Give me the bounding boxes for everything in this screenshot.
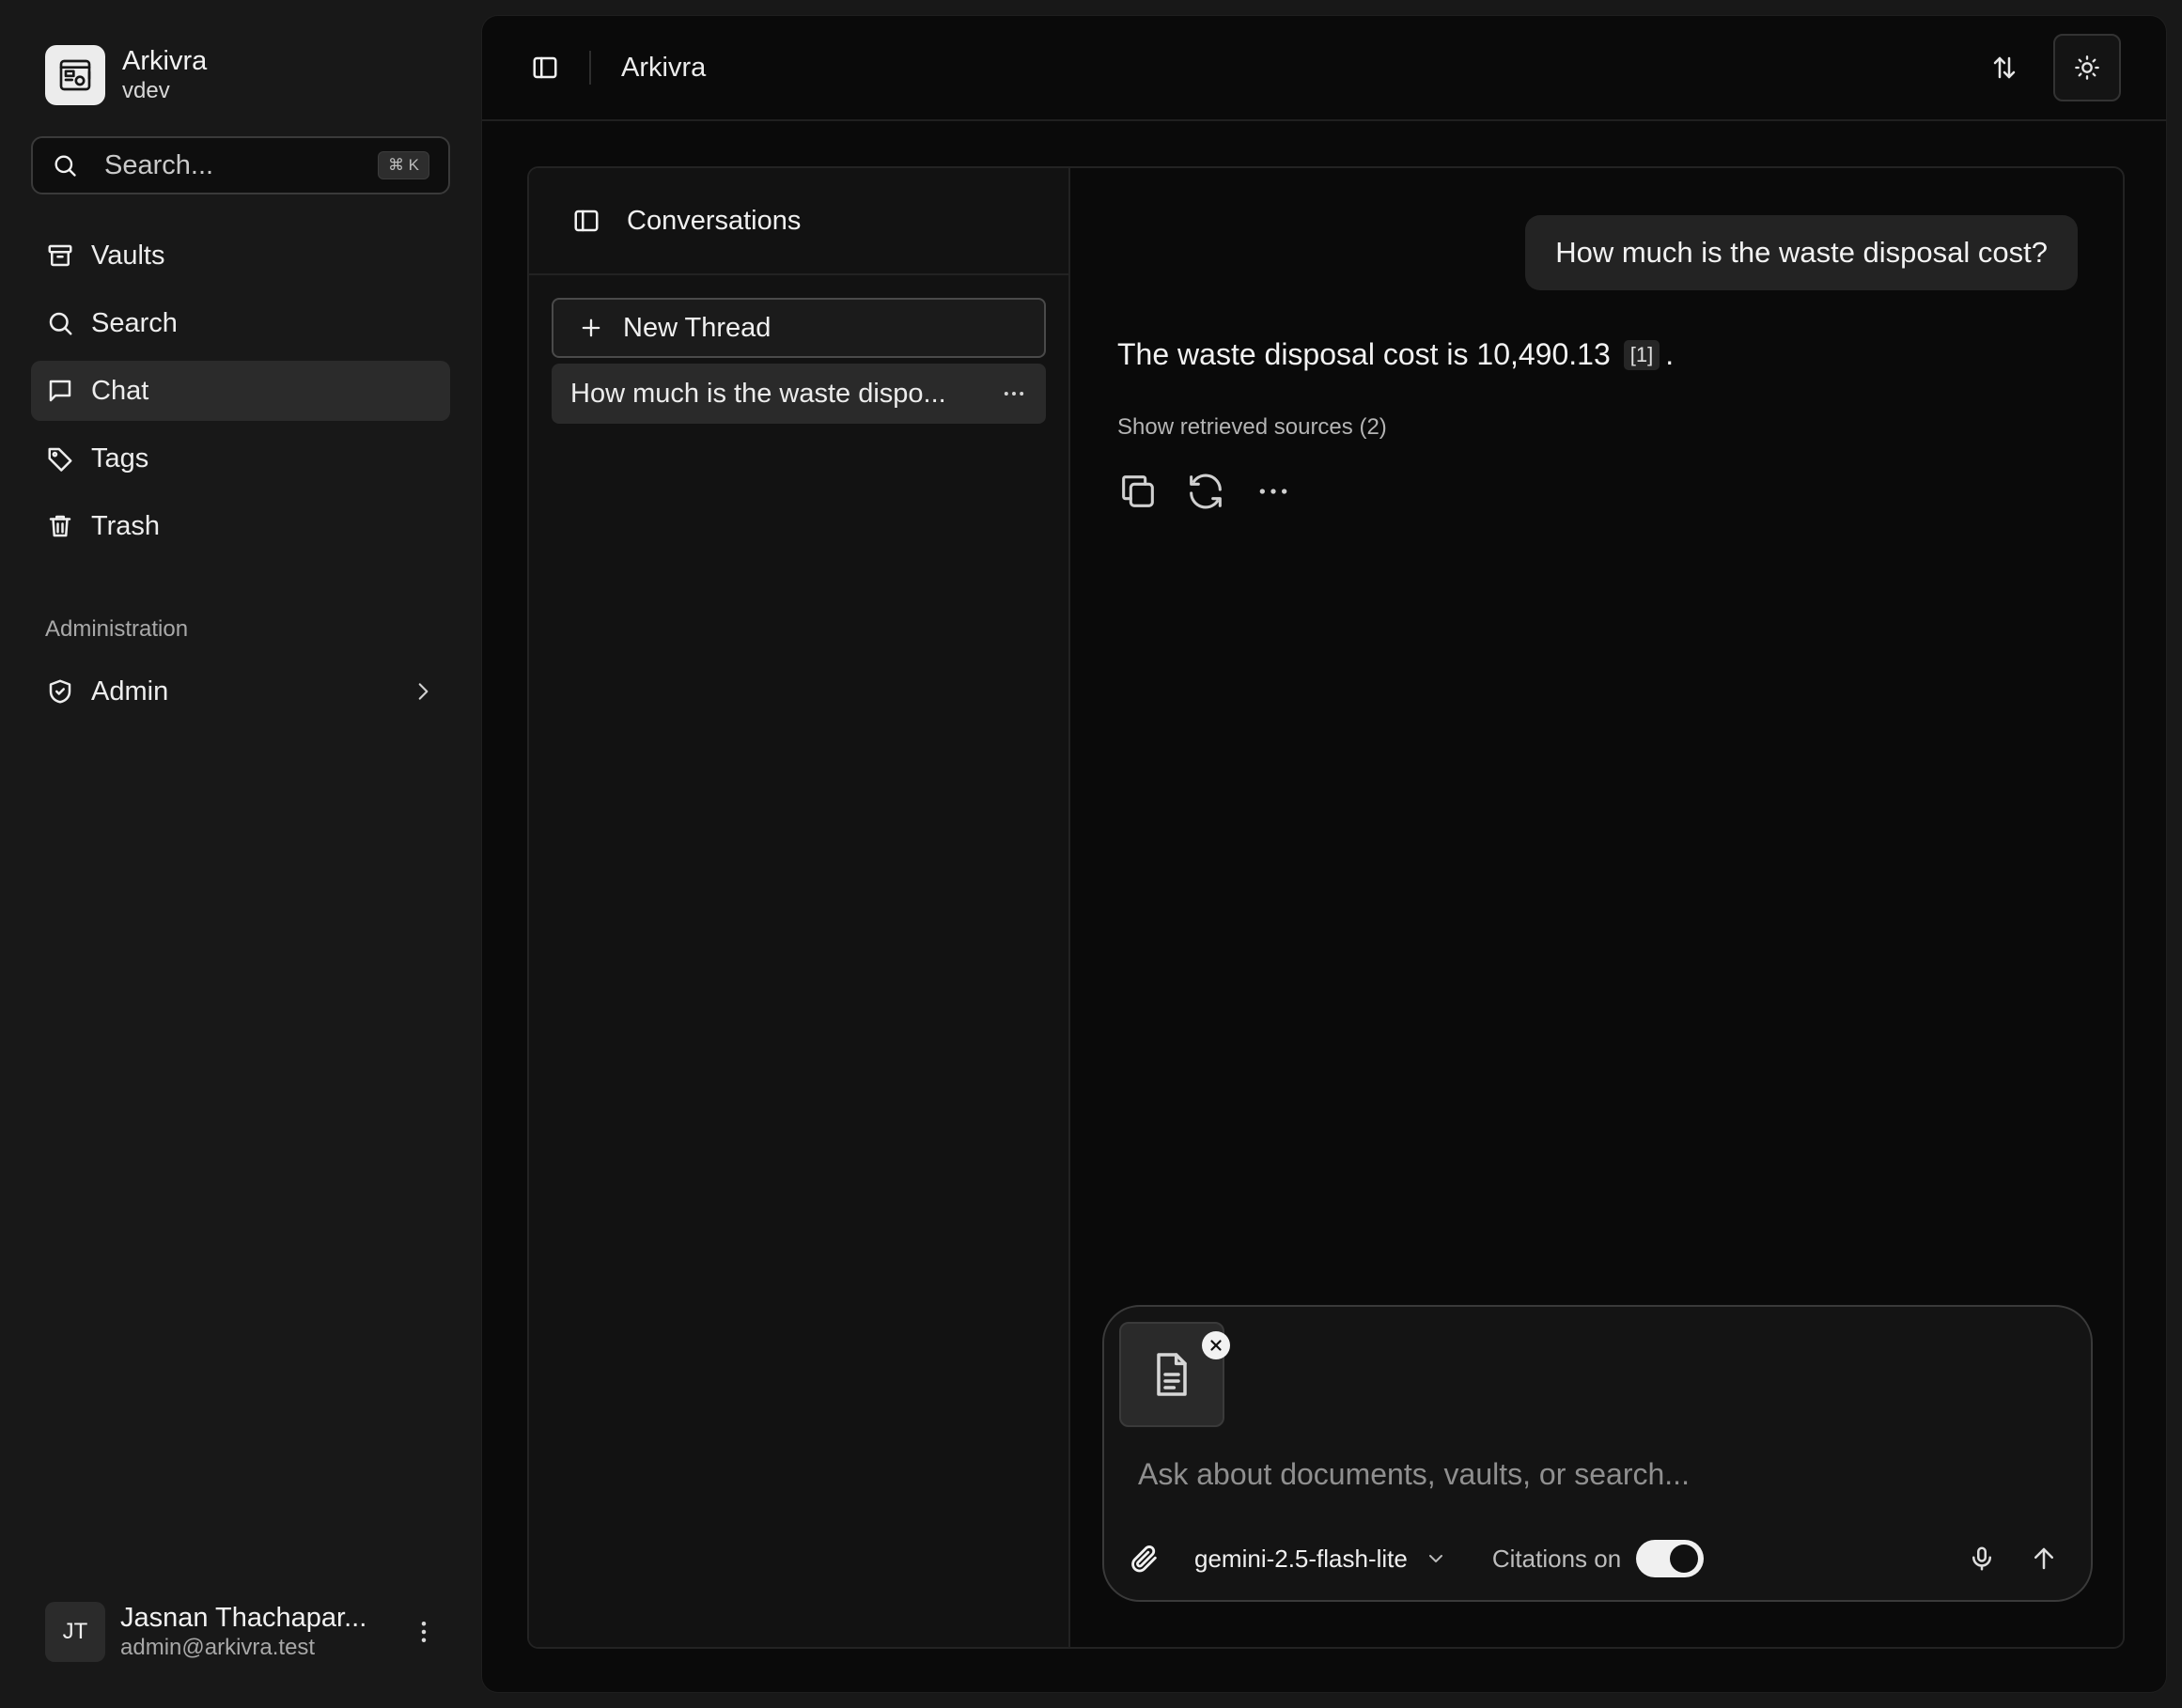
thread-item[interactable]: How much is the waste dispo... [552, 364, 1046, 424]
composer-toolbar: gemini-2.5-flash-lite Citations on [1129, 1530, 2066, 1587]
conversations-header: Conversations [529, 168, 1068, 275]
message-actions [1115, 469, 1318, 514]
theme-toggle-button[interactable] [2053, 34, 2121, 101]
microphone-icon [1968, 1545, 1996, 1573]
sidebar-toggle-icon[interactable] [531, 54, 559, 82]
chat-composer: Ask about documents, vaults, or search..… [1102, 1305, 2093, 1602]
section-label-administration: Administration [45, 616, 189, 642]
citations-label: Citations on [1491, 1544, 1622, 1573]
attachment-card[interactable] [1119, 1322, 1230, 1427]
citation-badge[interactable]: [1] [1623, 339, 1660, 370]
app-logo-icon [45, 45, 105, 105]
panel-toggle-icon[interactable] [572, 207, 600, 235]
avatar: JT [45, 1602, 105, 1662]
voice-input-button[interactable] [1959, 1536, 2004, 1581]
chevron-down-icon [1425, 1547, 1447, 1570]
top-bar: Arkivra [482, 16, 2166, 121]
user-profile[interactable]: JT Jasnan Thachapar... admin@arkivra.tes… [45, 1602, 449, 1662]
page-title: Arkivra [621, 52, 707, 83]
chat-thread: How much is the waste disposal cost? The… [1072, 168, 2123, 1647]
sidebar-item-label: Chat [91, 375, 149, 406]
sort-button[interactable] [1971, 34, 2038, 101]
search-icon [46, 309, 74, 337]
model-name: gemini-2.5-flash-lite [1194, 1544, 1408, 1573]
more-horizontal-icon [1255, 473, 1292, 510]
new-thread-button[interactable]: New Thread [552, 298, 1046, 358]
sidebar: Arkivra vdev Search... ⌘ K Vaults Search [0, 0, 481, 1708]
chat-bubble-icon [46, 377, 74, 405]
archive-icon [46, 241, 74, 270]
toggle-knob [1670, 1545, 1699, 1573]
more-vertical-icon[interactable] [410, 1618, 449, 1646]
user-message-bubble: How much is the waste disposal cost? [1525, 215, 2078, 290]
sidebar-item-chat[interactable]: Chat [31, 361, 450, 421]
chevron-right-icon [411, 679, 435, 704]
main-area: Arkivra Conversations New Thread How muc… [481, 15, 2167, 1693]
sidebar-item-vaults[interactable]: Vaults [31, 225, 450, 286]
assistant-answer: The waste disposal cost is 10,490.13 [1]… [1117, 337, 1674, 372]
document-icon [1146, 1348, 1198, 1401]
chat-input[interactable]: Ask about documents, vaults, or search..… [1138, 1457, 1690, 1492]
arrows-up-down-icon [1990, 54, 2018, 82]
search-placeholder: Search... [104, 149, 214, 180]
citations-toggle[interactable] [1636, 1540, 1705, 1577]
citations-setting: Citations on [1491, 1540, 1705, 1577]
tag-icon [46, 444, 74, 473]
sidebar-item-label: Vaults [91, 240, 165, 271]
sidebar-item-admin[interactable]: Admin [31, 661, 450, 722]
user-name: Jasnan Thachapar... [120, 1603, 367, 1633]
search-shortcut-badge: ⌘ K [377, 151, 429, 179]
more-actions-button[interactable] [1251, 469, 1296, 514]
sidebar-item-label: Tags [91, 443, 149, 474]
remove-attachment-button[interactable] [1202, 1331, 1230, 1359]
refresh-icon [1184, 470, 1227, 513]
conversations-title: Conversations [627, 205, 802, 236]
copy-icon [1116, 470, 1160, 513]
show-sources-link[interactable]: Show retrieved sources (2) [1117, 414, 1387, 441]
chat-panel: Conversations New Thread How much is the… [527, 166, 2125, 1649]
thread-title: How much is the waste dispo... [570, 378, 946, 409]
sidebar-nav: Vaults Search Chat Tags Trash [31, 225, 450, 564]
user-email: admin@arkivra.test [120, 1635, 316, 1660]
sidebar-item-search[interactable]: Search [31, 293, 450, 353]
answer-end: . [1665, 337, 1675, 371]
copy-button[interactable] [1115, 469, 1161, 514]
regenerate-button[interactable] [1183, 469, 1228, 514]
sun-icon [2074, 54, 2100, 81]
answer-text: The waste disposal cost is 10,490.13 [1117, 337, 1611, 371]
send-button[interactable] [2021, 1536, 2066, 1581]
more-horizontal-icon[interactable] [1001, 380, 1027, 407]
search-icon [52, 152, 78, 179]
workspace-name: vdev [122, 78, 170, 103]
sidebar-item-label: Trash [91, 510, 161, 541]
sidebar-item-label: Admin [91, 675, 169, 706]
new-thread-label: New Thread [623, 312, 771, 343]
sidebar-search[interactable]: Search... ⌘ K [31, 136, 450, 194]
paperclip-icon[interactable] [1129, 1543, 1161, 1575]
sidebar-item-label: Search [91, 307, 178, 338]
plus-icon [578, 315, 604, 341]
brand-name: Arkivra [122, 46, 208, 76]
sidebar-item-trash[interactable]: Trash [31, 496, 450, 556]
trash-icon [46, 512, 74, 540]
conversations-panel: Conversations New Thread How much is the… [529, 168, 1070, 1647]
workspace-switcher[interactable]: Arkivra vdev [45, 45, 207, 105]
arrow-up-icon [2030, 1545, 2058, 1573]
divider [589, 51, 591, 85]
sidebar-item-tags[interactable]: Tags [31, 428, 450, 489]
model-select[interactable]: gemini-2.5-flash-lite [1194, 1545, 1447, 1574]
shield-check-icon [46, 677, 74, 706]
